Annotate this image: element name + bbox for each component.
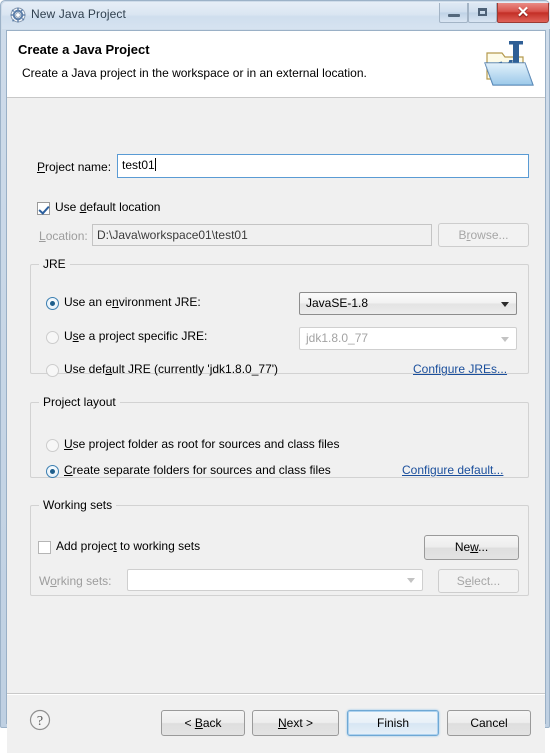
- page-description: Create a Java project in the workspace o…: [22, 66, 367, 80]
- project-specific-jre-value: jdk1.8.0_77: [306, 331, 369, 345]
- radio-use-execution-environment-label[interactable]: Use an environment JRE:: [64, 295, 201, 309]
- radio-use-project-folder-as-root[interactable]: [46, 439, 59, 452]
- jre-group-title: JRE: [39, 257, 70, 271]
- configure-default-link[interactable]: Configure default...: [402, 463, 503, 477]
- dialog-footer: ? < Back Next > Finish Cancel: [7, 695, 545, 753]
- execution-environment-combo[interactable]: JavaSE-1.8: [299, 292, 517, 315]
- wizard-body: Project name: test01 Use default locatio…: [7, 99, 545, 693]
- back-button[interactable]: < Back: [161, 710, 245, 736]
- select-working-set-button[interactable]: Select...: [438, 569, 519, 593]
- radio-create-separate-folders[interactable]: [46, 465, 59, 478]
- use-default-location-label[interactable]: Use default location: [55, 200, 160, 214]
- project-name-label: Project name:: [37, 160, 112, 174]
- chevron-down-icon: [501, 336, 509, 342]
- svg-text:?: ?: [37, 714, 43, 729]
- new-java-project-dialog: New Java Project ✕ Create a Java Project…: [0, 0, 550, 753]
- wizard-header: Create a Java Project Create a Java proj…: [7, 31, 545, 98]
- working-sets-combo: [127, 569, 423, 591]
- chevron-down-icon: [501, 301, 509, 307]
- project-name-value: test01: [122, 158, 155, 172]
- radio-use-default-jre-label[interactable]: Use default JRE (currently 'jdk1.8.0_77'…: [64, 362, 278, 376]
- radio-use-default-jre[interactable]: [46, 364, 59, 377]
- radio-use-project-specific-jre[interactable]: [46, 331, 59, 344]
- radio-use-project-folder-as-root-label[interactable]: Use project folder as root for sources a…: [64, 437, 339, 451]
- add-project-to-working-sets-checkbox[interactable]: [38, 541, 51, 554]
- jre-group: JRE: [30, 257, 529, 374]
- window-title: New Java Project: [31, 7, 126, 21]
- location-input: D:\Java\workspace01\test01: [92, 224, 432, 246]
- close-icon: ✕: [516, 4, 530, 21]
- radio-use-project-specific-jre-label[interactable]: Use a project specific JRE:: [64, 329, 207, 343]
- use-default-location-checkbox[interactable]: [37, 202, 50, 215]
- configure-jres-link[interactable]: Configure JREs...: [413, 362, 507, 376]
- location-value: D:\Java\workspace01\test01: [97, 228, 248, 242]
- execution-environment-value: JavaSE-1.8: [306, 296, 369, 310]
- maximize-button[interactable]: [468, 3, 497, 23]
- title-bar[interactable]: New Java Project ✕: [2, 2, 550, 29]
- cancel-button[interactable]: Cancel: [447, 710, 531, 736]
- next-button[interactable]: Next >: [252, 710, 339, 736]
- project-layout-group-title: Project layout: [39, 395, 120, 409]
- new-working-set-button[interactable]: New...: [424, 535, 519, 560]
- radio-use-execution-environment[interactable]: [46, 297, 59, 310]
- location-label: Location:: [39, 229, 88, 243]
- page-title: Create a Java Project: [18, 42, 150, 57]
- project-name-input[interactable]: test01: [117, 154, 529, 178]
- text-caret: [154, 158, 156, 171]
- radio-create-separate-folders-label[interactable]: Create separate folders for sources and …: [64, 463, 331, 477]
- project-specific-jre-combo: jdk1.8.0_77: [299, 327, 517, 350]
- close-button[interactable]: ✕: [497, 3, 549, 23]
- dialog-client-area: Create a Java Project Create a Java proj…: [6, 30, 546, 753]
- working-sets-group-title: Working sets: [39, 498, 117, 512]
- browse-button[interactable]: Browse...: [438, 223, 529, 247]
- minimize-button[interactable]: [439, 3, 468, 23]
- add-project-to-working-sets-label[interactable]: Add project to working sets: [56, 539, 200, 553]
- finish-button[interactable]: Finish: [347, 710, 439, 736]
- java-project-folder-icon: [483, 39, 535, 89]
- eclipse-wizard-icon: [10, 7, 26, 23]
- working-sets-label: Working sets:: [39, 574, 112, 588]
- chevron-down-icon: [407, 578, 415, 583]
